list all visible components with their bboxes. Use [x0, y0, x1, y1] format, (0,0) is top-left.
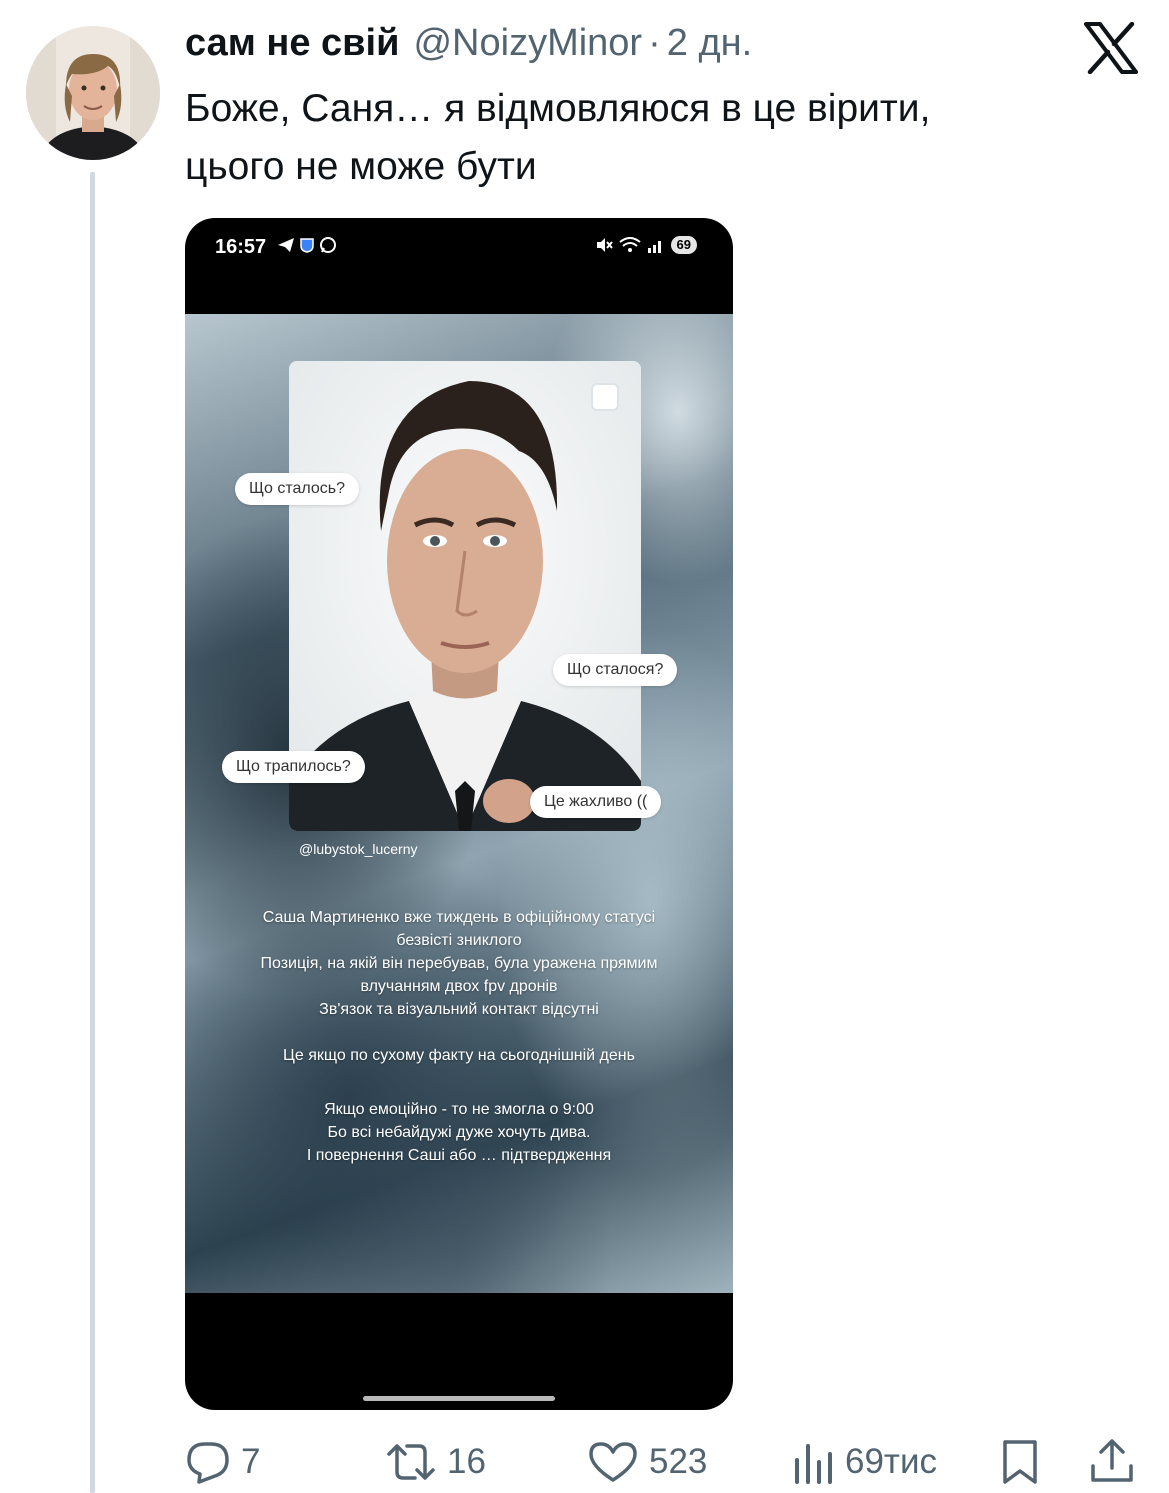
- display-name[interactable]: сам не свій: [185, 22, 399, 65]
- thread-line: [90, 172, 95, 1493]
- story-line: І повернення Саші або … підтвердження: [306, 1147, 612, 1164]
- bookmark-icon: [1003, 1440, 1037, 1484]
- status-time: 16:57: [215, 236, 267, 258]
- reply-icon: [187, 1442, 229, 1484]
- whatsapp-icon: [320, 237, 336, 253]
- status-app-icons: [277, 236, 337, 254]
- telegram-icon: [278, 238, 294, 252]
- user-handle[interactable]: @NoizyMinor: [413, 22, 642, 65]
- story-spacer: [225, 1090, 693, 1098]
- repost-button[interactable]: 16: [385, 1432, 486, 1492]
- separator-dot: ·: [648, 22, 661, 64]
- tweet-actions: 7 16 523 69тис: [185, 1432, 1140, 1492]
- story-line: Якщо емоційно - то не змогла о 9:00: [324, 1101, 594, 1118]
- shield-icon: [300, 238, 314, 253]
- status-system-icons: 69: [595, 236, 697, 254]
- story-spacer: [225, 1067, 693, 1090]
- story-line: Це якщо по сухому факту на сьогоднішній …: [283, 1047, 635, 1064]
- story-line: влучанням двох fpv дронів: [360, 978, 558, 995]
- like-count: 523: [649, 1442, 708, 1481]
- phone-status-bar: 16:57 69: [185, 218, 733, 276]
- heart-icon: [589, 1442, 637, 1482]
- repost-count: 16: [447, 1442, 486, 1481]
- question-bubble: Це жахливо ((: [530, 786, 662, 818]
- sticker-icon: [591, 383, 619, 411]
- story-author-tag: @lubystok_lucerny: [299, 841, 418, 857]
- question-bubble: Що трапилось?: [222, 751, 365, 783]
- story-spacer: [225, 1021, 693, 1044]
- story-line: безвісті зниклого: [396, 932, 522, 949]
- share-icon: [1091, 1439, 1133, 1482]
- instagram-story: Що сталось? Що сталося? Що трапилось? Це…: [185, 314, 733, 1293]
- tweet-text-line: Боже, Саня… я відмовляюся в це вірити,: [185, 87, 931, 130]
- question-bubble: Що сталось?: [235, 473, 360, 505]
- views-button[interactable]: 69тис: [793, 1432, 937, 1492]
- x-logo-icon[interactable]: [1084, 22, 1138, 74]
- views-icon: [795, 1444, 832, 1484]
- story-line: Зв'язок та візуальний контакт відсутні: [319, 1001, 599, 1018]
- tweet-header: сам не свій @NoizyMinor · 2 дн.: [185, 22, 752, 72]
- share-button[interactable]: [1089, 1432, 1135, 1492]
- story-line: Саша Мартиненко вже тиждень в офіційному…: [262, 909, 656, 926]
- bookmark-button[interactable]: [999, 1432, 1041, 1492]
- like-button[interactable]: 523: [587, 1432, 707, 1492]
- avatar-image: [26, 26, 160, 160]
- avatar[interactable]: [26, 26, 160, 160]
- repost-icon: [387, 1444, 435, 1480]
- home-indicator: [363, 1396, 555, 1401]
- tweet-timestamp[interactable]: 2 дн.: [667, 22, 752, 65]
- story-text: Саша Мартиненко вже тиждень в офіційному…: [225, 906, 693, 1167]
- battery-indicator: 69: [670, 236, 697, 254]
- tweet-media-screenshot[interactable]: 16:57 69 Що сталось? Що сталося? Що трап…: [185, 218, 733, 1410]
- mute-icon: [596, 238, 613, 252]
- question-bubble: Що сталося?: [553, 654, 678, 686]
- story-line: Бо всі небайдужі дуже хочуть дива.: [327, 1124, 591, 1141]
- views-count: 69тис: [845, 1442, 938, 1481]
- reply-count: 7: [241, 1442, 261, 1481]
- signal-icon: [647, 241, 661, 253]
- tweet-text-line: цього не може бути: [185, 145, 537, 188]
- wifi-icon: [618, 237, 641, 252]
- reply-button[interactable]: 7: [185, 1432, 260, 1492]
- story-line: Позиція, на якій він перебував, була ура…: [260, 955, 658, 972]
- tweet-text: Боже, Саня… я відмовляюся в це вірити, ц…: [185, 80, 1115, 196]
